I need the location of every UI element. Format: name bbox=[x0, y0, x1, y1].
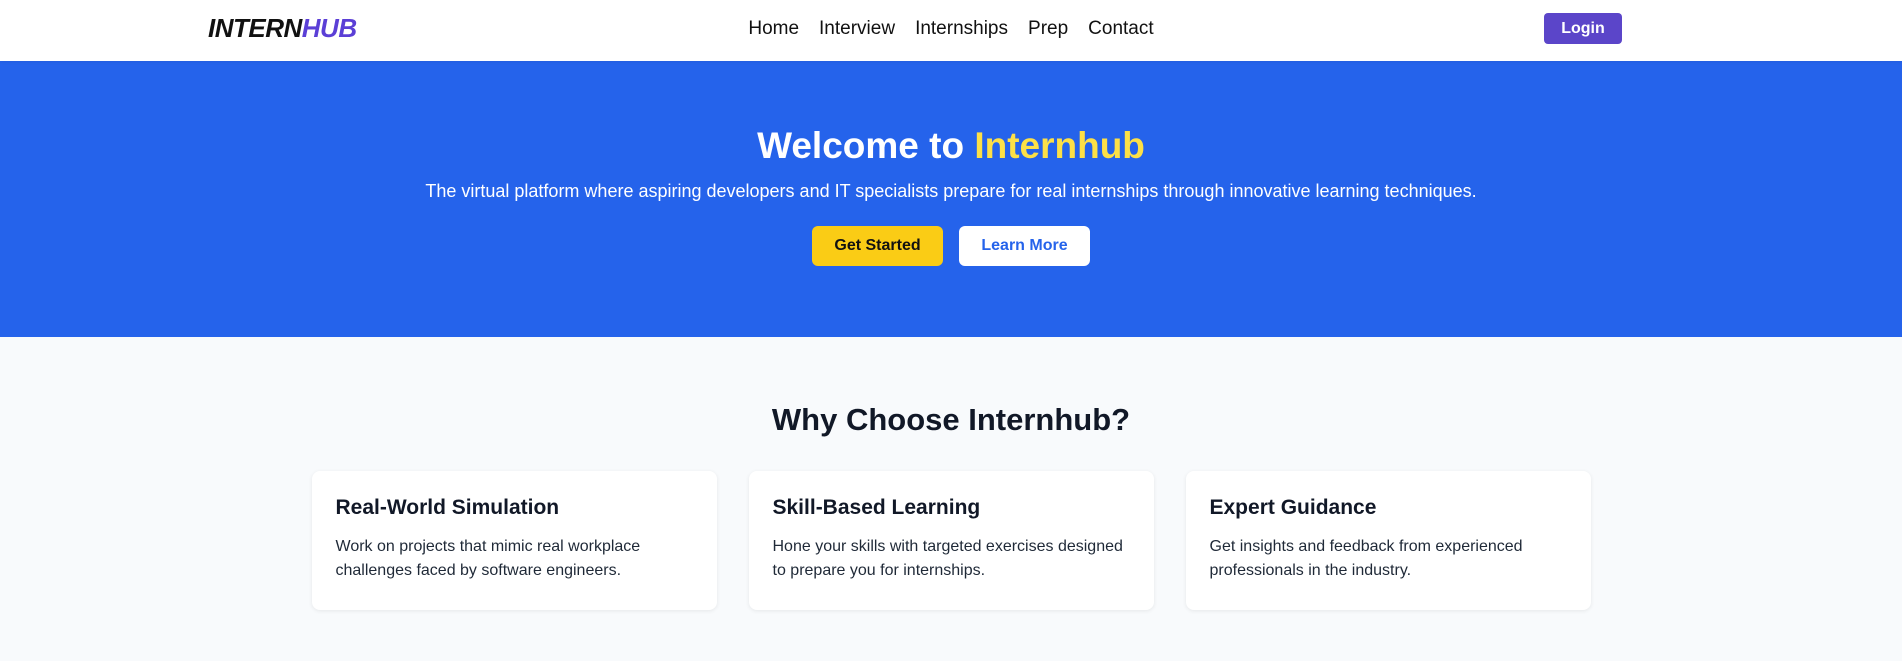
feature-card-text: Get insights and feedback from experienc… bbox=[1209, 538, 1523, 579]
features-section: Why Choose Internhub? Real-World Simulat… bbox=[0, 337, 1902, 610]
hero-subtitle: The virtual platform where aspiring deve… bbox=[425, 181, 1477, 201]
hero-section: Welcome to Internhub The virtual platfor… bbox=[0, 61, 1902, 337]
nav-link-home[interactable]: Home bbox=[748, 17, 799, 41]
hero-title-highlight: Internhub bbox=[974, 125, 1145, 166]
nav-link-prep[interactable]: Prep bbox=[1028, 17, 1068, 41]
hero-actions: Get Started Learn More bbox=[0, 226, 1902, 266]
feature-card-skills: Skill-Based Learning Hone your skills wi… bbox=[748, 471, 1154, 610]
hero-title-prefix: Welcome to bbox=[757, 125, 975, 166]
feature-card-guidance: Expert Guidance Get insights and feedbac… bbox=[1185, 471, 1591, 610]
hero-title: Welcome to Internhub bbox=[0, 61, 1902, 168]
nav-link-contact[interactable]: Contact bbox=[1088, 17, 1153, 41]
login-button[interactable]: Login bbox=[1544, 13, 1622, 44]
feature-card-text: Hone your skills with targeted exercises… bbox=[772, 538, 1123, 579]
feature-card-title: Real-World Simulation bbox=[335, 496, 560, 519]
get-started-button[interactable]: Get Started bbox=[812, 226, 943, 266]
feature-card-simulation: Real-World Simulation Work on projects t… bbox=[311, 471, 717, 610]
feature-cards: Real-World Simulation Work on projects t… bbox=[0, 471, 1902, 610]
learn-more-button[interactable]: Learn More bbox=[959, 226, 1090, 266]
navbar: INTERNHUB Home Interview Internships Pre… bbox=[0, 0, 1902, 61]
nav-link-internships[interactable]: Internships bbox=[915, 17, 1008, 41]
feature-card-title: Skill-Based Learning bbox=[772, 496, 981, 519]
feature-card-text: Work on projects that mimic real workpla… bbox=[335, 538, 641, 579]
features-title: Why Choose Internhub? bbox=[771, 402, 1131, 437]
feature-card-title: Expert Guidance bbox=[1209, 496, 1377, 519]
nav-link-interview[interactable]: Interview bbox=[819, 17, 895, 41]
